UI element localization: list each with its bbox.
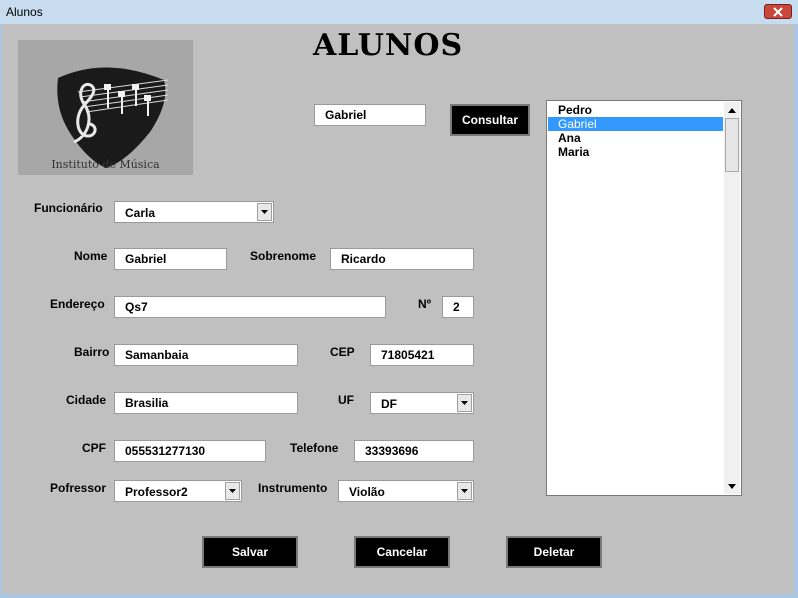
funcionario-label: Funcionário xyxy=(34,201,103,215)
uf-dropdown-button[interactable] xyxy=(457,394,472,412)
endereco-field[interactable]: Qs7 xyxy=(114,296,386,318)
endereco-label: Endereço xyxy=(50,297,105,311)
scroll-thumb[interactable] xyxy=(725,118,739,172)
list-item[interactable]: Pedro xyxy=(548,103,723,117)
alunos-window: Alunos ALUNOS Instituto de Música Gabrie… xyxy=(0,0,798,598)
cpf-label: CPF xyxy=(82,441,106,455)
guitar-pick-logo-icon xyxy=(18,40,193,175)
deletar-button[interactable]: Deletar xyxy=(506,536,602,568)
bairro-label: Bairro xyxy=(74,345,110,359)
window-title: Alunos xyxy=(6,5,43,19)
close-button[interactable] xyxy=(764,4,792,19)
numero-label: Nº xyxy=(418,297,432,311)
cidade-label: Cidade xyxy=(66,393,107,407)
arrow-up-icon xyxy=(728,107,736,113)
numero-field[interactable]: 2 xyxy=(442,296,474,318)
telefone-field[interactable]: 33393696 xyxy=(354,440,474,462)
funcionario-value: Carla xyxy=(125,206,156,220)
cep-field[interactable]: 71805421 xyxy=(370,344,474,366)
salvar-button[interactable]: Salvar xyxy=(202,536,298,568)
logo-caption: Instituto de Música xyxy=(51,158,160,171)
chevron-down-icon xyxy=(261,210,268,214)
cep-label: CEP xyxy=(330,345,355,359)
chevron-down-icon xyxy=(229,489,236,493)
list-item[interactable]: Ana xyxy=(548,131,723,145)
professor-value: Professor2 xyxy=(125,485,188,499)
professor-dropdown-button[interactable] xyxy=(225,482,240,500)
sobrenome-field[interactable]: Ricardo xyxy=(330,248,474,270)
instrumento-value: Violão xyxy=(349,485,385,499)
funcionario-dropdown-button[interactable] xyxy=(257,203,272,221)
cidade-field[interactable]: Brasilia xyxy=(114,392,298,414)
telefone-label: Telefone xyxy=(290,441,339,455)
nome-label: Nome xyxy=(74,249,108,263)
bairro-field[interactable]: Samanbaia xyxy=(114,344,298,366)
cancelar-button[interactable]: Cancelar xyxy=(354,536,450,568)
funcionario-combo[interactable]: Carla xyxy=(114,201,274,223)
list-scrollbar[interactable] xyxy=(724,102,740,494)
consultar-button[interactable]: Consultar xyxy=(450,104,530,136)
chevron-down-icon xyxy=(461,489,468,493)
instrumento-combo[interactable]: Violão xyxy=(338,480,474,502)
instrumento-dropdown-button[interactable] xyxy=(457,482,472,500)
close-icon xyxy=(773,6,783,17)
search-input[interactable]: Gabriel xyxy=(314,104,426,126)
scroll-down-button[interactable] xyxy=(724,478,740,494)
professor-label: Pofressor xyxy=(50,481,107,495)
scroll-up-button[interactable] xyxy=(724,102,740,118)
uf-label: UF xyxy=(338,393,354,407)
chevron-down-icon xyxy=(461,401,468,405)
list-item[interactable]: Maria xyxy=(548,145,723,159)
instrumento-label: Instrumento xyxy=(258,481,328,495)
students-listbox[interactable]: Pedro Gabriel Ana Maria xyxy=(546,100,742,496)
professor-combo[interactable]: Professor2 xyxy=(114,480,242,502)
uf-value: DF xyxy=(381,397,397,411)
form-heading: ALUNOS xyxy=(313,28,464,63)
title-bar[interactable]: Alunos xyxy=(0,0,798,24)
cpf-field[interactable]: 055531277130 xyxy=(114,440,266,462)
uf-combo[interactable]: DF xyxy=(370,392,474,414)
arrow-down-icon xyxy=(728,483,736,489)
sobrenome-label: Sobrenome xyxy=(250,249,317,263)
nome-field[interactable]: Gabriel xyxy=(114,248,227,270)
institute-logo: Instituto de Música xyxy=(18,40,193,175)
list-item-selected[interactable]: Gabriel xyxy=(548,117,723,131)
